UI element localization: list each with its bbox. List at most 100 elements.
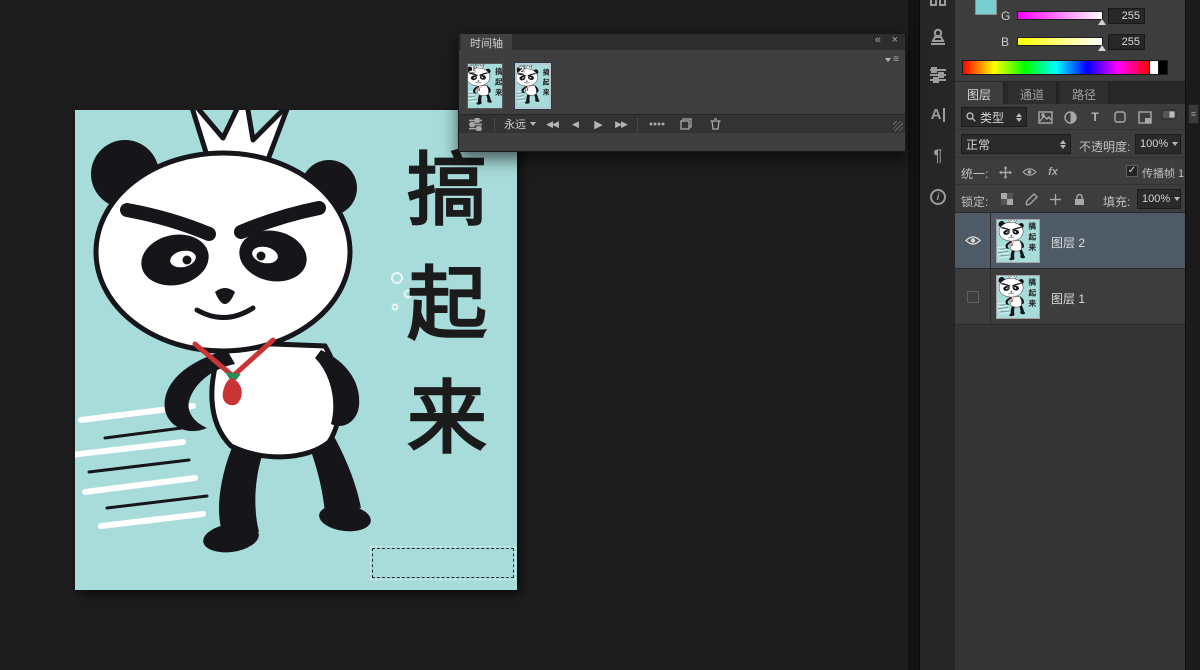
lock-label: 锁定: — [961, 193, 988, 210]
timeline-panel: 时间轴 « × ≡ 1 0秒 2 — [458, 33, 906, 152]
layer-row-2[interactable]: 图层 2 — [955, 213, 1185, 269]
filter-kind-buttons: T — [1035, 108, 1155, 126]
frame-thumbnail[interactable]: 2 — [515, 63, 551, 109]
timeline-playbar: 永远 ◀◀ ◀ ▶ ▶▶ — [459, 114, 905, 133]
tab-channels[interactable]: 通道 — [1008, 82, 1057, 104]
blend-mode-value: 正常 — [966, 136, 990, 153]
blue-value-field[interactable] — [1108, 34, 1145, 50]
timeline-titlebar[interactable]: 时间轴 « × — [459, 34, 905, 50]
info-panel-icon[interactable]: i — [925, 184, 951, 210]
chevron-down-icon — [1172, 142, 1178, 146]
layer-list: 图层 2 图层 1 — [955, 213, 1185, 325]
black-swatch[interactable] — [1159, 60, 1168, 75]
lock-all-icon[interactable] — [1069, 190, 1089, 208]
color-spectrum-ramp[interactable] — [962, 60, 1150, 75]
resize-grip[interactable] — [893, 121, 903, 131]
blend-mode-dropdown[interactable]: 正常 — [961, 134, 1071, 154]
tab-paths[interactable]: 路径 — [1060, 82, 1109, 104]
filter-shape-layers-icon[interactable] — [1110, 108, 1130, 126]
lock-position-icon[interactable] — [1045, 190, 1065, 208]
layer-thumbnail[interactable] — [996, 219, 1040, 263]
unify-row: 统一: fx ✓ 传播帧 1 — [955, 158, 1185, 185]
hidden-eye-box — [967, 291, 979, 303]
unify-label: 统一: — [961, 165, 988, 182]
previous-frame-button[interactable]: ◀ — [568, 119, 582, 130]
filter-toggle-switch[interactable] — [1161, 108, 1177, 124]
filter-type-layers-icon[interactable]: T — [1085, 108, 1105, 126]
next-frame-button[interactable]: ▶▶ — [614, 119, 628, 130]
visibility-toggle[interactable] — [955, 213, 991, 268]
frame-thumbnail[interactable]: 1 — [467, 63, 503, 109]
green-slider-handle[interactable] — [1098, 19, 1106, 25]
foreground-color-swatch[interactable] — [975, 0, 997, 15]
character-panel-icon[interactable]: A — [925, 102, 951, 128]
divider — [494, 118, 495, 131]
frame-number: 2 — [519, 65, 524, 75]
filter-smart-objects-icon[interactable] — [1135, 108, 1155, 126]
dropdown-arrows-icon — [1060, 140, 1066, 149]
panel-dock: A ¶ i — [919, 0, 955, 670]
loop-count-value: 永远 — [504, 116, 526, 132]
layer-thumbnail[interactable] — [996, 275, 1040, 319]
opacity-dropdown[interactable]: 100% — [1135, 134, 1181, 154]
close-panel-icon[interactable]: × — [892, 34, 898, 46]
panel-menu-icon[interactable]: ≡ — [1188, 104, 1199, 124]
layer-name[interactable]: 图层 1 — [1051, 290, 1085, 307]
lock-pixels-brush-icon[interactable] — [1021, 190, 1041, 208]
clone-source-panel-icon[interactable] — [925, 24, 951, 50]
chevron-down-icon — [885, 58, 891, 62]
fill-dropdown[interactable]: 100% — [1137, 189, 1181, 209]
blue-slider-row: B — [1001, 34, 1151, 50]
photoshop-window: A ¶ i G B — [0, 0, 1200, 670]
propagate-frame-checkbox[interactable]: ✓ — [1126, 165, 1138, 177]
adjustments-panel-icon[interactable] — [925, 62, 951, 88]
blue-slider[interactable] — [1017, 37, 1103, 46]
convert-to-video-timeline-icon[interactable] — [465, 115, 485, 133]
green-value-field[interactable] — [1108, 8, 1145, 24]
layer-name[interactable]: 图层 2 — [1051, 234, 1085, 251]
blue-label: B — [1001, 35, 1009, 49]
menu-lines-icon: ≡ — [893, 54, 899, 65]
first-frame-button[interactable]: ◀◀ — [545, 119, 559, 130]
layer-row-1[interactable]: 图层 1 — [955, 269, 1185, 325]
document-canvas[interactable] — [75, 110, 517, 590]
sticker-artwork — [75, 110, 517, 590]
filter-adjustment-layers-icon[interactable] — [1060, 108, 1080, 126]
panel-edge-strip: ≡ — [1185, 0, 1200, 670]
loop-count-dropdown[interactable]: 永远 — [504, 116, 536, 132]
unify-style-icon[interactable]: fx — [1043, 163, 1063, 181]
white-swatch[interactable] — [1150, 60, 1159, 75]
chevron-down-icon — [1174, 197, 1180, 201]
unify-position-icon[interactable] — [995, 163, 1015, 181]
lock-buttons — [997, 190, 1089, 208]
opacity-label: 不透明度: — [1079, 138, 1130, 155]
blue-slider-handle[interactable] — [1098, 45, 1106, 51]
unify-visibility-icon[interactable] — [1019, 163, 1039, 181]
duplicate-frame-icon[interactable] — [676, 115, 696, 133]
fill-label: 填充: — [1103, 193, 1130, 210]
search-icon — [966, 112, 976, 122]
filter-pixel-layers-icon[interactable] — [1035, 108, 1055, 126]
paragraph-panel-icon[interactable]: ¶ — [925, 143, 951, 169]
collapse-panel-icon[interactable]: « — [875, 34, 881, 46]
visibility-toggle[interactable] — [955, 269, 991, 324]
right-panel-column: G B 图层 通道 路径 — [955, 0, 1185, 670]
timeline-menu-icon[interactable]: ≡ — [885, 54, 899, 65]
lock-transparency-icon[interactable] — [997, 190, 1017, 208]
propagate-frame-label: 传播帧 1 — [1142, 165, 1184, 181]
tab-layers[interactable]: 图层 — [955, 82, 1004, 105]
filter-type-dropdown[interactable]: 类型 — [961, 107, 1027, 127]
layer-filter-row: 类型 T — [955, 104, 1185, 130]
character-glyph: A — [931, 108, 946, 122]
timeline-tab[interactable]: 时间轴 — [461, 34, 512, 50]
color-panel: G B — [955, 0, 1185, 82]
tween-frames-icon[interactable] — [647, 115, 667, 133]
green-slider[interactable] — [1017, 11, 1103, 20]
clipped-panel-icon[interactable] — [925, 0, 951, 16]
play-button[interactable]: ▶ — [591, 118, 605, 131]
delete-frame-icon[interactable] — [705, 115, 725, 133]
panel-tabbar: 图层 通道 路径 — [955, 82, 1185, 104]
dropdown-arrows-icon — [1016, 113, 1022, 122]
fill-value: 100% — [1142, 193, 1170, 205]
divider — [637, 118, 638, 131]
